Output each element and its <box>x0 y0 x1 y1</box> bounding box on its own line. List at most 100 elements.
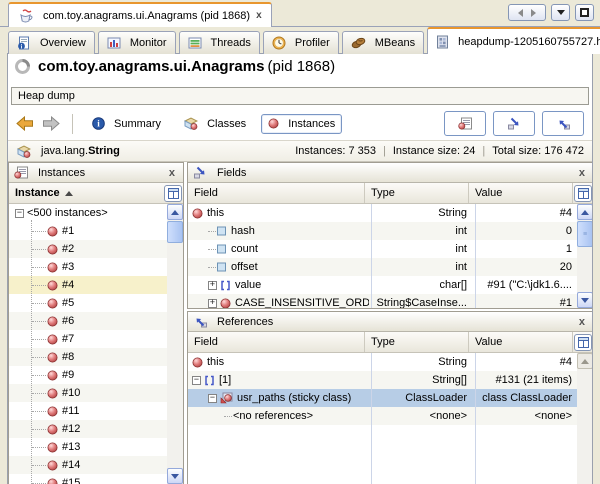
fields-scrollbar[interactable]: ≡ <box>577 204 593 308</box>
table-row[interactable]: +CASE_INSENSITIVE_ORDERString$CaseInse..… <box>188 294 593 308</box>
references-view-toggle-button[interactable] <box>542 111 584 136</box>
forward-button[interactable] <box>42 116 60 131</box>
list-item[interactable]: #8 <box>9 348 183 366</box>
column-value[interactable]: Value <box>469 183 573 203</box>
tree-expander-icon[interactable]: + <box>208 281 217 290</box>
close-icon[interactable]: x <box>256 11 262 21</box>
tab-list-dropdown-button[interactable] <box>551 4 570 21</box>
table-row[interactable]: −usr_paths (sticky class)ClassLoaderclas… <box>188 389 593 407</box>
tree-expander-icon[interactable]: − <box>208 394 217 403</box>
table-row[interactable]: countint1 <box>188 240 593 258</box>
list-item[interactable]: #13 <box>9 438 183 456</box>
column-label: Type <box>371 187 395 199</box>
field-cell: +CASE_INSENSITIVE_ORDER <box>188 297 369 308</box>
close-icon[interactable]: x <box>166 167 178 179</box>
document-tab-bar: iOverviewMonitor Threads Profiler MBeanshea… <box>8 27 600 54</box>
instances-list: −<500 instances> #1#2#3#4#5#6#7#8#9#10#1… <box>9 204 183 484</box>
instances-view-toggle-button[interactable] <box>444 111 486 136</box>
back-button[interactable] <box>16 116 34 131</box>
fields-view-toggle-button[interactable] <box>493 111 535 136</box>
array-icon <box>204 375 215 386</box>
list-item[interactable]: #9 <box>9 366 183 384</box>
table-settings-button[interactable] <box>164 185 182 202</box>
field-name: usr_paths (sticky class) <box>237 392 351 404</box>
tree-connector <box>32 465 46 466</box>
tab-label: Profiler <box>295 37 330 49</box>
tab-label: Overview <box>40 37 86 49</box>
tab-profiler[interactable]: Profiler <box>263 31 339 54</box>
table-row[interactable]: offsetint20 <box>188 258 593 276</box>
column-instance[interactable]: Instance <box>9 183 163 203</box>
table-row[interactable]: −[1]String[]#131 (21 items) <box>188 371 593 389</box>
list-item[interactable]: #3 <box>9 258 183 276</box>
tree-connector <box>32 249 46 250</box>
table-row[interactable]: +valuechar[]#91 ("C:\jdk1.6.... <box>188 276 593 294</box>
tree-expander-icon[interactable]: + <box>208 299 217 308</box>
tree-expander-icon[interactable]: − <box>192 376 201 385</box>
tree-connector <box>32 321 46 322</box>
tab-monitor[interactable]: Monitor <box>98 31 176 54</box>
list-item[interactable]: −<500 instances> <box>9 204 183 222</box>
list-item[interactable]: #11 <box>9 402 183 420</box>
fields-panel-header: Fields x <box>188 163 593 183</box>
heapdump-toolbar: iSummary Classes Instances <box>8 107 592 140</box>
close-icon[interactable]: x <box>576 316 588 328</box>
column-value[interactable]: Value <box>469 332 573 352</box>
list-item[interactable]: #14 <box>9 456 183 474</box>
tree-expander-icon[interactable]: − <box>15 209 24 218</box>
list-item[interactable]: #2 <box>9 240 183 258</box>
field-cell: this <box>188 207 369 219</box>
heapdump-icon <box>436 35 449 49</box>
sort-ascending-icon <box>65 191 73 196</box>
list-item[interactable]: #7 <box>9 330 183 348</box>
scroll-right-icon[interactable] <box>531 9 536 17</box>
scroll-up-button[interactable] <box>577 353 593 369</box>
tab-scroll-buttons[interactable] <box>508 4 546 21</box>
scroll-down-button[interactable] <box>577 292 593 308</box>
table-settings-button[interactable] <box>574 185 592 202</box>
column-type[interactable]: Type <box>365 332 469 352</box>
tab-heapdump-1205160755727-hprof[interactable]: heapdump-1205160755727.hprofx <box>427 27 600 54</box>
instances-scrollbar[interactable] <box>167 204 183 484</box>
tab-label: Threads <box>211 37 251 49</box>
list-item[interactable]: #15 <box>9 474 183 484</box>
table-settings-button[interactable] <box>574 334 592 351</box>
scrollbar-thumb[interactable]: ≡ <box>577 221 593 247</box>
column-field[interactable]: Field <box>188 183 365 203</box>
summary-view-button[interactable]: iSummary <box>85 113 168 134</box>
value-cell: #1 <box>473 297 577 308</box>
instance-icon <box>47 226 58 237</box>
instance-label: #2 <box>62 243 74 255</box>
tree-connector <box>208 249 216 250</box>
table-row[interactable]: <no references><none><none> <box>188 407 593 425</box>
classes-view-button[interactable]: Classes <box>176 113 253 134</box>
column-type[interactable]: Type <box>365 183 469 203</box>
class-stat: Total size: 176 472 <box>492 145 584 157</box>
tree-connector <box>208 231 216 232</box>
maximize-button[interactable] <box>575 4 594 21</box>
scroll-down-button[interactable] <box>167 468 183 484</box>
scrollbar-thumb[interactable] <box>167 221 183 243</box>
list-item[interactable]: #1 <box>9 222 183 240</box>
list-item[interactable]: #5 <box>9 294 183 312</box>
list-item[interactable]: #6 <box>9 312 183 330</box>
close-icon[interactable]: x <box>576 167 588 179</box>
scroll-up-button[interactable] <box>577 204 593 220</box>
list-item[interactable]: #4 <box>9 276 183 294</box>
application-tab[interactable]: com.toy.anagrams.ui.Anagrams (pid 1868) … <box>8 2 272 27</box>
table-row[interactable]: hashint0 <box>188 222 593 240</box>
column-field[interactable]: Field <box>188 332 365 352</box>
scroll-left-icon[interactable] <box>518 9 523 17</box>
table-row[interactable]: thisString#4 <box>188 204 593 222</box>
instance-icon <box>47 406 58 417</box>
table-row[interactable]: thisString#4 <box>188 353 593 371</box>
instances-view-button[interactable]: Instances <box>261 114 342 134</box>
list-item[interactable]: #10 <box>9 384 183 402</box>
references-scrollbar[interactable] <box>577 353 593 484</box>
tab-threads[interactable]: Threads <box>179 31 260 54</box>
tab-mbeans[interactable]: MBeans <box>342 31 424 54</box>
tab-overview[interactable]: iOverview <box>8 31 95 54</box>
list-item[interactable]: #12 <box>9 420 183 438</box>
scroll-up-button[interactable] <box>167 204 183 220</box>
field-name: offset <box>231 261 258 273</box>
